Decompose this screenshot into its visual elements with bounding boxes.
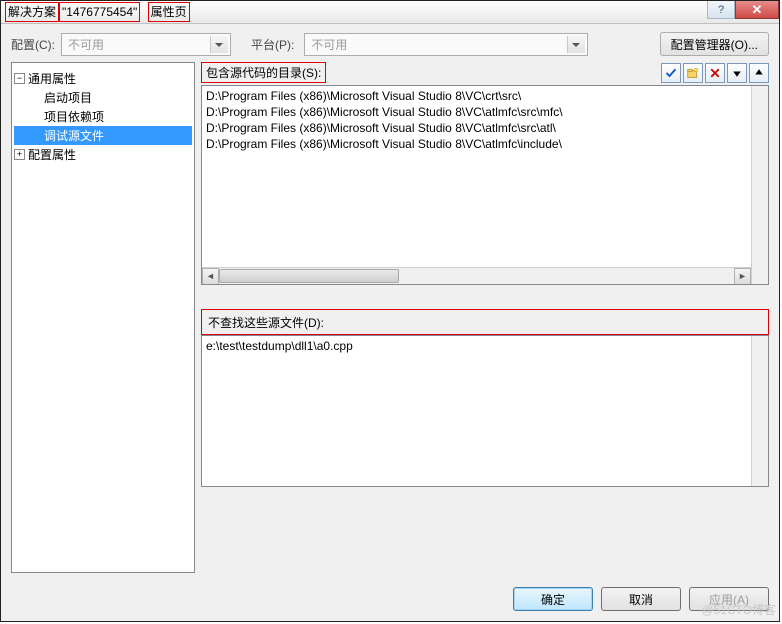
apply-label: 应用(A) <box>709 593 749 607</box>
title-part-2: "1476775454" <box>59 2 140 22</box>
list-item[interactable]: D:\Program Files (x86)\Microsoft Visual … <box>206 104 764 120</box>
config-label: 配置(C): <box>11 36 55 53</box>
tree-node-startup[interactable]: 启动项目 <box>14 88 192 107</box>
exclude-list[interactable]: e:\test\testdump\dll1\a0.cpp <box>201 335 769 487</box>
chevron-down-icon <box>215 43 223 47</box>
chevron-down-icon <box>572 43 580 47</box>
tree-label-startup: 启动项目 <box>44 89 92 106</box>
property-pages-dialog: 解决方案 "1476775454" 属性页 ? ✕ 配置(C): 不可用 平台(… <box>0 0 780 622</box>
title-part-3: 属性页 <box>148 2 190 22</box>
cancel-button[interactable]: 取消 <box>601 587 681 611</box>
horizontal-scrollbar[interactable]: ◄ ► <box>202 267 751 284</box>
exclude-label: 不查找这些源文件(D): <box>208 314 762 331</box>
collapse-icon[interactable]: − <box>14 73 25 84</box>
scroll-thumb[interactable] <box>219 269 399 283</box>
cancel-label: 取消 <box>629 593 653 607</box>
config-combobox[interactable]: 不可用 <box>61 33 231 56</box>
list-item[interactable]: D:\Program Files (x86)\Microsoft Visual … <box>206 88 764 104</box>
help-button[interactable]: ? <box>707 1 735 19</box>
title-part-1: 解决方案 <box>5 2 59 22</box>
platform-label: 平台(P): <box>251 36 294 53</box>
move-down-button[interactable] <box>727 63 747 83</box>
list-item[interactable]: e:\test\testdump\dll1\a0.cpp <box>206 338 764 354</box>
dialog-footer: 确定 取消 应用(A) <box>1 579 779 621</box>
expand-icon[interactable]: + <box>14 149 25 160</box>
config-manager-label: 配置管理器(O)... <box>671 38 758 52</box>
ok-label: 确定 <box>541 593 565 607</box>
tree-node-config-props[interactable]: + 配置属性 <box>14 145 192 164</box>
scroll-left-icon[interactable]: ◄ <box>202 268 219 285</box>
move-up-button[interactable] <box>749 63 769 83</box>
list-item[interactable]: D:\Program Files (x86)\Microsoft Visual … <box>206 136 764 152</box>
right-panel: 包含源代码的目录(S): D:\Program Files (x86)\Micr… <box>201 62 769 573</box>
platform-value: 不可用 <box>311 36 347 53</box>
tree-node-common[interactable]: − 通用属性 <box>14 69 192 88</box>
vertical-scrollbar[interactable] <box>751 86 768 284</box>
window-title: 解决方案 "1476775454" 属性页 <box>5 2 190 22</box>
list-toolbar <box>661 63 769 83</box>
config-toolbar: 配置(C): 不可用 平台(P): 不可用 配置管理器(O)... <box>1 24 779 62</box>
tree-node-debug-source[interactable]: 调试源文件 <box>14 126 192 145</box>
new-folder-button[interactable] <box>683 63 703 83</box>
tree-label-common: 通用属性 <box>28 70 76 87</box>
tree-label-deps: 项目依赖项 <box>44 108 104 125</box>
config-manager-button[interactable]: 配置管理器(O)... <box>660 32 769 56</box>
platform-combobox[interactable]: 不可用 <box>304 33 588 56</box>
source-dirs-label: 包含源代码的目录(S): <box>201 62 326 83</box>
list-item[interactable]: D:\Program Files (x86)\Microsoft Visual … <box>206 120 764 136</box>
titlebar: 解决方案 "1476775454" 属性页 ? ✕ <box>1 1 779 24</box>
ok-button[interactable]: 确定 <box>513 587 593 611</box>
exclude-box: 不查找这些源文件(D): <box>201 309 769 335</box>
property-tree[interactable]: − 通用属性 启动项目 项目依赖项 调试源文件 + 配置属性 <box>11 62 195 573</box>
delete-button[interactable] <box>705 63 725 83</box>
source-dirs-list[interactable]: D:\Program Files (x86)\Microsoft Visual … <box>201 85 769 285</box>
title-part-3-a <box>140 3 147 21</box>
tree-label-config-props: 配置属性 <box>28 146 76 163</box>
config-value: 不可用 <box>68 36 104 53</box>
tree-label-debug-source: 调试源文件 <box>44 127 104 144</box>
tree-node-deps[interactable]: 项目依赖项 <box>14 107 192 126</box>
apply-button[interactable]: 应用(A) <box>689 587 769 611</box>
vertical-scrollbar[interactable] <box>751 336 768 486</box>
close-button[interactable]: ✕ <box>735 1 779 19</box>
scroll-right-icon[interactable]: ► <box>734 268 751 285</box>
check-button[interactable] <box>661 63 681 83</box>
